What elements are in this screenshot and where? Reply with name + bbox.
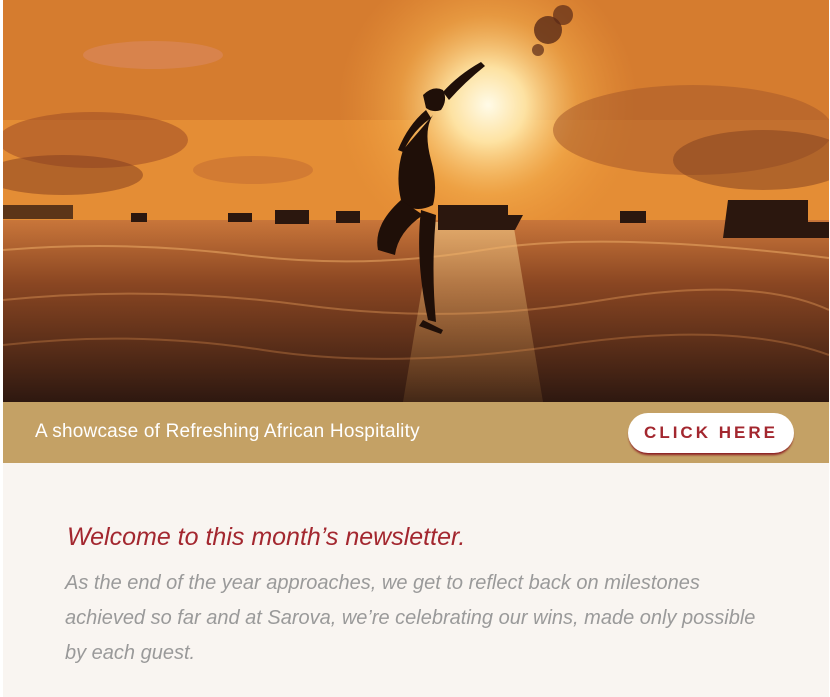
click-here-button[interactable]: CLICK HERE xyxy=(628,413,794,453)
sunset-beach-dancer-photo-icon xyxy=(3,0,829,402)
hero-image xyxy=(3,0,829,402)
newsletter-email: A showcase of Refreshing African Hospita… xyxy=(3,0,829,697)
hero-banner: A showcase of Refreshing African Hospita… xyxy=(3,402,829,463)
newsletter-body: As the end of the year approaches, we ge… xyxy=(65,572,756,664)
newsletter-heading: Welcome to this month’s newsletter. xyxy=(67,523,466,551)
newsletter-intro: Welcome to this month’s newsletter. As t… xyxy=(3,463,829,697)
banner-tagline: A showcase of Refreshing African Hospita… xyxy=(35,421,420,442)
